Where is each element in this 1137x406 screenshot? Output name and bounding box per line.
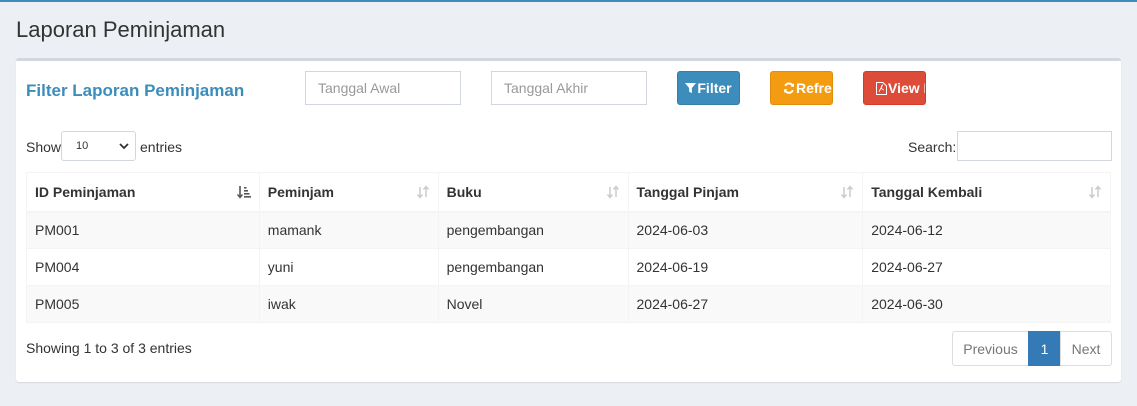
- table-header-row: ID Peminjaman Peminjam Buku Tanggal Pinj…: [26, 172, 1111, 213]
- refresh-button[interactable]: Refresh: [770, 71, 833, 105]
- header-buku[interactable]: Buku: [437, 172, 629, 213]
- entries-select-value: 10: [76, 140, 89, 152]
- view-pdf-button[interactable]: View PDF: [863, 71, 926, 105]
- header-id-peminjaman[interactable]: ID Peminjaman: [26, 172, 260, 213]
- cell-peminjam: iwak: [258, 285, 439, 323]
- table-row: PM001 mamank pengembangan 2024-06-03 202…: [26, 211, 1111, 249]
- next-page-button[interactable]: Next: [1060, 331, 1112, 366]
- filter-icon: [685, 82, 697, 94]
- sort-icon: [840, 185, 854, 202]
- header-label: Tanggal Pinjam: [636, 183, 739, 200]
- header-label: Peminjam: [267, 183, 334, 200]
- chevron-down-icon: [119, 141, 129, 154]
- sort-icon: [606, 185, 620, 202]
- search-label: Search:: [908, 139, 957, 155]
- sort-icon: [1088, 185, 1102, 202]
- cell-id: PM004: [26, 248, 260, 286]
- previous-page-button[interactable]: Previous: [952, 331, 1029, 366]
- loan-report-table: ID Peminjaman Peminjam Buku Tanggal Pinj…: [26, 172, 1111, 323]
- cell-tanggal-pinjam: 2024-06-27: [627, 285, 864, 323]
- table-row: PM005 iwak Novel 2024-06-27 2024-06-30: [26, 285, 1111, 323]
- report-box: Filter Laporan Peminjaman Filter Refresh…: [16, 58, 1121, 382]
- cell-id: PM001: [26, 211, 260, 249]
- cell-tanggal-kembali: 2024-06-12: [862, 211, 1111, 249]
- entries-label: entries: [140, 139, 183, 155]
- refresh-icon: [783, 82, 795, 94]
- cell-tanggal-pinjam: 2024-06-19: [627, 248, 864, 286]
- cell-buku: pengembangan: [437, 248, 629, 286]
- table-info: Showing 1 to 3 of 3 entries: [26, 340, 192, 356]
- cell-tanggal-pinjam: 2024-06-03: [627, 211, 864, 249]
- sort-icon: [416, 185, 430, 202]
- cell-tanggal-kembali: 2024-06-27: [862, 248, 1111, 286]
- cell-peminjam: yuni: [258, 248, 439, 286]
- header-tanggal-kembali[interactable]: Tanggal Kembali: [862, 172, 1111, 213]
- header-label: Buku: [446, 183, 482, 200]
- page-1-button[interactable]: 1: [1028, 331, 1061, 366]
- view-pdf-button-label: View PDF: [888, 80, 925, 96]
- cell-buku: Novel: [437, 285, 629, 323]
- header-peminjam[interactable]: Peminjam: [258, 172, 439, 213]
- pdf-file-icon: [876, 81, 887, 95]
- table-row: PM004 yuni pengembangan 2024-06-19 2024-…: [26, 248, 1111, 286]
- cell-tanggal-kembali: 2024-06-30: [862, 285, 1111, 323]
- refresh-button-label: Refresh: [796, 80, 832, 96]
- entries-select[interactable]: 10: [61, 131, 136, 161]
- cell-buku: pengembangan: [437, 211, 629, 249]
- filter-button-label: Filter: [697, 80, 732, 96]
- search-input[interactable]: [957, 131, 1112, 161]
- header-label: Tanggal Kembali: [871, 183, 983, 200]
- cell-id: PM005: [26, 285, 260, 323]
- filter-button[interactable]: Filter: [677, 71, 740, 105]
- filter-title: Filter Laporan Peminjaman: [26, 81, 245, 100]
- show-label: Show: [26, 139, 62, 155]
- end-date-input[interactable]: [491, 71, 647, 105]
- page-title: Laporan Peminjaman: [16, 17, 226, 42]
- header-tanggal-pinjam[interactable]: Tanggal Pinjam: [627, 172, 864, 213]
- pagination: Previous 1 Next: [952, 331, 1112, 366]
- start-date-input[interactable]: [305, 71, 461, 105]
- top-border: [0, 0, 1137, 2]
- sort-amount-asc-icon: [236, 185, 251, 202]
- header-label: ID Peminjaman: [35, 183, 136, 200]
- cell-peminjam: mamank: [258, 211, 439, 249]
